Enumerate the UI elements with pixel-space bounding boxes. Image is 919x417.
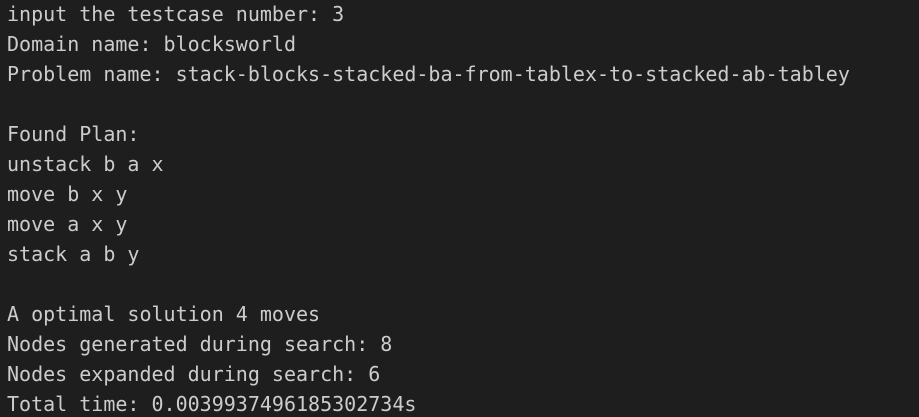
problem-name-line: Problem name: stack-blocks-stacked-ba-fr…	[7, 62, 850, 86]
plan-step: move a x y	[7, 212, 128, 236]
plan-title: Found Plan:	[7, 122, 140, 146]
solution-summary-line: A optimal solution 4 moves	[7, 302, 321, 326]
nodes-generated-line: Nodes generated during search: 8	[7, 332, 393, 356]
nodes-expanded-line: Nodes expanded during search: 6	[7, 362, 381, 386]
plan-step: move b x y	[7, 182, 128, 206]
plan-step: unstack b a x	[7, 152, 164, 176]
domain-name-line: Domain name: blocksworld	[7, 32, 296, 56]
terminal-output[interactable]: input the testcase number: 3 Domain name…	[0, 0, 919, 416]
total-time-line: Total time: 0.0039937496185302734s	[7, 392, 417, 416]
testcase-input-line: input the testcase number: 3	[7, 2, 345, 26]
plan-step: stack a b y	[7, 242, 140, 266]
